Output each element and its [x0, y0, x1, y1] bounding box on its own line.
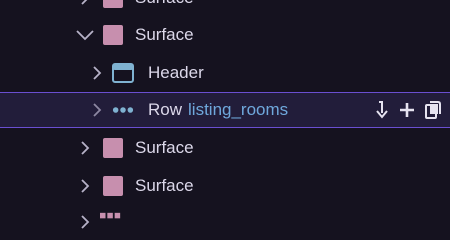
row-actions [372, 93, 442, 127]
component-tree: Surface Surface Header [0, 0, 450, 229]
chevron-right-icon[interactable] [78, 215, 92, 229]
surface-icon [102, 175, 124, 197]
surface-icon [102, 0, 124, 9]
grid-icon [100, 211, 122, 233]
tree-item-label: Row listing_rooms [148, 100, 288, 120]
tree-item-label: Surface [135, 25, 194, 44]
row-binding-label: listing_rooms [188, 100, 289, 119]
surface-icon [102, 24, 124, 46]
row-icon [112, 99, 134, 121]
surface-icon [102, 137, 124, 159]
chevron-right-icon[interactable] [90, 103, 104, 117]
tree-item-label: Header [148, 63, 204, 82]
copy-icon[interactable] [424, 101, 442, 119]
chevron-right-icon[interactable] [78, 179, 92, 193]
chevron-right-icon[interactable] [90, 66, 104, 80]
tree-item-surface[interactable]: Surface [0, 17, 450, 53]
header-icon [112, 62, 134, 84]
tree-item-header[interactable]: Header [0, 55, 450, 91]
tree-item-label: Surface [135, 138, 194, 157]
row-type-label: Row [148, 100, 183, 119]
tree-item-surface[interactable]: Surface [0, 130, 450, 166]
tree-item-row-selected[interactable]: Row listing_rooms [0, 92, 450, 128]
chevron-right-icon[interactable] [78, 0, 92, 5]
chevron-right-icon[interactable] [78, 141, 92, 155]
tree-item-surface[interactable]: Surface [0, 0, 450, 16]
tree-item-label: Surface [135, 0, 194, 8]
move-down-icon[interactable] [372, 101, 390, 119]
tree-item-label: Surface [135, 176, 194, 195]
tree-item-surface[interactable]: Surface [0, 168, 450, 204]
add-icon[interactable] [398, 101, 416, 119]
tree-item-grid[interactable] [0, 204, 450, 240]
chevron-down-icon[interactable] [76, 28, 94, 42]
